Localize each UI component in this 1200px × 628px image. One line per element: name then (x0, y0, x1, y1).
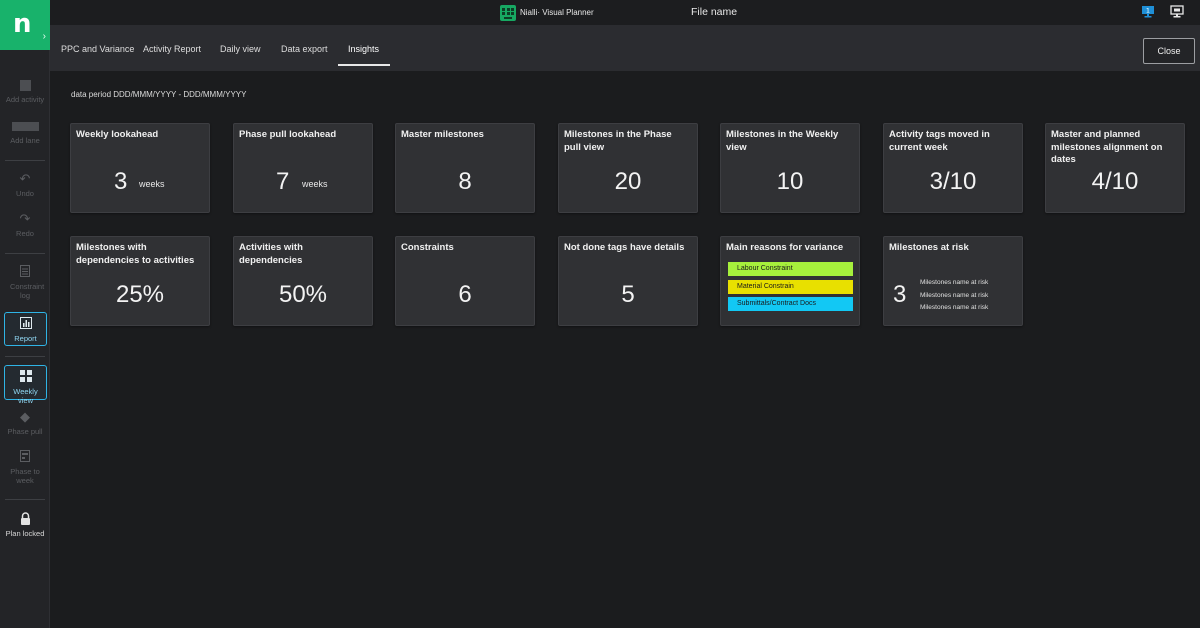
phase-pull-icon: ◆ (20, 409, 30, 424)
constraint-log-icon (0, 265, 50, 279)
sidebar-divider (5, 253, 45, 254)
left-sidebar: n › Add activity Add lane ↶ Undo ↷ Redo … (0, 0, 50, 628)
app-logo[interactable]: n › (0, 0, 50, 50)
risk-milestone-item: Milestones name at risk (920, 292, 989, 299)
redo-icon: ↷ (19, 211, 31, 226)
add-activity-icon (19, 80, 31, 91)
card-title: Milestones with dependencies to activiti… (76, 242, 195, 266)
card-weekly-lookahead: Weekly lookahead 3 weeks (70, 123, 210, 213)
sidebar-item-label: Redo (16, 229, 34, 238)
card-activities-dependencies: Activities with dependencies 50% (233, 236, 373, 326)
report-icon (5, 317, 46, 331)
svg-text:1: 1 (1146, 7, 1150, 15)
sidebar-item-add-lane[interactable]: Add lane (0, 122, 50, 145)
sidebar-item-label: Add activity (5, 95, 45, 104)
variance-reason-chip: Labour Constraint (728, 262, 853, 276)
card-milestones-at-risk: Milestones at risk 3 Milestones name at … (883, 236, 1023, 326)
brand-name: Nialli· Visual Planner (520, 8, 594, 17)
sidebar-item-label: Phase to week (10, 467, 40, 485)
notification-icon[interactable]: 1 (1141, 5, 1155, 18)
phase-to-week-icon (0, 450, 50, 464)
nialli-logo-icon (500, 4, 516, 21)
sidebar-item-add-activity[interactable]: Add activity (0, 80, 50, 104)
card-title: Not done tags have details (564, 242, 685, 253)
card-value: 50% (278, 281, 328, 308)
tab-activity-report[interactable]: Activity Report (143, 44, 201, 54)
variance-reason-chip: Submittals/Contract Docs (728, 297, 853, 311)
brand: Nialli· Visual Planner (500, 4, 594, 21)
sidebar-item-redo[interactable]: ↷ Redo (0, 211, 50, 239)
card-title: Activities with dependencies (239, 242, 303, 266)
sidebar-item-weekly-view[interactable]: Weekly view (4, 365, 47, 405)
card-value: 8 (458, 168, 472, 195)
sidebar-item-label: Weekly view (13, 387, 38, 405)
sidebar-item-label: Add lane (10, 136, 40, 145)
card-value: 5 (621, 281, 635, 308)
tab-daily-view[interactable]: Daily view (220, 44, 261, 54)
card-unit: weeks (302, 179, 328, 189)
card-milestones-dependencies: Milestones with dependencies to activiti… (70, 236, 210, 326)
card-title: Constraints (401, 242, 454, 253)
sidebar-divider (5, 499, 45, 500)
tab-data-export[interactable]: Data export (281, 44, 328, 54)
variance-reason-chip: Material Constrain (728, 280, 853, 294)
card-value: 25% (115, 281, 165, 308)
tab-ppc-and-variance[interactable]: PPC and Variance (61, 44, 134, 54)
undo-icon: ↶ (19, 171, 31, 186)
file-name: File name (691, 6, 738, 18)
data-period-label: data period DDD/MMM/YYYY - DDD/MMM/YYYY (71, 90, 247, 99)
card-value: 10 (776, 168, 804, 195)
sidebar-item-label: Phase pull (7, 427, 43, 436)
lock-icon (0, 512, 50, 526)
card-title: Milestones in the Phase pull view (564, 129, 672, 153)
sidebar-item-phase-pull[interactable]: ◆ Phase pull (0, 409, 50, 437)
card-title: Milestones in the Weekly view (726, 129, 839, 153)
top-bar: Nialli· Visual Planner File name 1 (50, 0, 1200, 25)
app-root: n › Add activity Add lane ↶ Undo ↷ Redo … (0, 0, 1200, 628)
card-title: Milestones at risk (889, 242, 969, 253)
card-unit: weeks (139, 179, 165, 189)
sidebar-item-report[interactable]: Report (4, 312, 47, 346)
card-not-done-tags: Not done tags have details 5 (558, 236, 698, 326)
card-title: Phase pull lookahead (239, 129, 337, 140)
logo-letter: n (13, 9, 32, 39)
risk-milestone-item: Milestones name at risk (920, 279, 989, 286)
tab-insights[interactable]: Insights (348, 44, 379, 54)
card-title: Activity tags moved in current week (889, 129, 990, 153)
card-title: Weekly lookahead (76, 129, 159, 140)
card-constraints: Constraints 6 (395, 236, 535, 326)
sidebar-item-undo[interactable]: ↶ Undo (0, 171, 50, 199)
active-tab-indicator (338, 64, 390, 66)
sidebar-item-label: Constraint log (10, 282, 45, 300)
close-button[interactable]: Close (1143, 38, 1195, 64)
card-value: 20 (614, 168, 642, 195)
present-screen-icon[interactable] (1170, 5, 1184, 18)
sidebar-item-phase-to-week[interactable]: Phase to week (0, 450, 50, 485)
sidebar-item-label: Undo (16, 189, 34, 198)
expand-chevron-icon[interactable]: › (43, 31, 46, 42)
sidebar-item-label: Plan locked (5, 529, 45, 538)
add-lane-icon (11, 122, 39, 131)
card-milestones-phase-pull: Milestones in the Phase pull view 20 (558, 123, 698, 213)
sidebar-item-label: Report (14, 334, 37, 343)
card-phase-pull-lookahead: Phase pull lookahead 7 weeks (233, 123, 373, 213)
card-activity-tags-moved: Activity tags moved in current week 3/10 (883, 123, 1023, 213)
card-value: 6 (458, 281, 472, 308)
sidebar-item-plan-locked[interactable]: Plan locked (0, 512, 50, 538)
card-master-milestones: Master milestones 8 (395, 123, 535, 213)
risk-milestone-item: Milestones name at risk (920, 304, 989, 311)
card-milestones-weekly: Milestones in the Weekly view 10 (720, 123, 860, 213)
card-value: 3/10 (929, 168, 977, 195)
sidebar-divider (5, 356, 45, 357)
card-title: Main reasons for variance (726, 242, 844, 253)
card-master-planned-alignment: Master and planned milestones alignment … (1045, 123, 1185, 213)
card-variance-reasons: Main reasons for variance Labour Constra… (720, 236, 860, 326)
sidebar-divider (5, 160, 45, 161)
report-tab-bar: PPC and Variance Activity Report Daily v… (50, 25, 1200, 71)
card-title: Master and planned milestones alignment … (1051, 129, 1163, 165)
card-value: 4/10 (1091, 168, 1139, 195)
card-title: Master milestones (401, 129, 484, 140)
sidebar-item-constraint-log[interactable]: Constraint log (0, 265, 50, 300)
weekly-view-icon (5, 370, 46, 384)
